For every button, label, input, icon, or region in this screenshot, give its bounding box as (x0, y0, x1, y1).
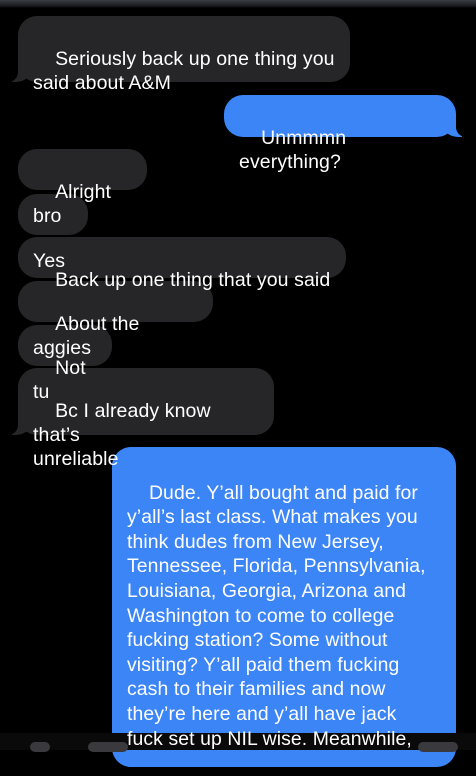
received-message-bubble[interactable]: Seriously back up one thing you said abo… (8, 16, 350, 94)
audio-icon[interactable] (418, 742, 458, 752)
received-message-bubble[interactable]: Alright bro (18, 149, 147, 227)
received-message-bubble[interactable]: Back up one thing that you said (18, 237, 346, 291)
camera-icon[interactable] (30, 742, 50, 752)
message-text: Dude. Y’all bought and paid for y’all’s … (127, 481, 426, 750)
apps-icon[interactable] (88, 742, 128, 752)
message-text: Unmmmn everything? (239, 127, 352, 173)
sent-message-bubble[interactable]: Unmmmn everything? (224, 95, 466, 173)
message-text: Back up one thing that you said (55, 269, 331, 291)
message-text: Seriously back up one thing you said abo… (33, 48, 335, 94)
sent-message-bubble[interactable]: Dude. Y’all bought and paid for y’all’s … (112, 447, 456, 767)
message-thread[interactable]: Seriously back up one thing you said abo… (0, 0, 476, 767)
